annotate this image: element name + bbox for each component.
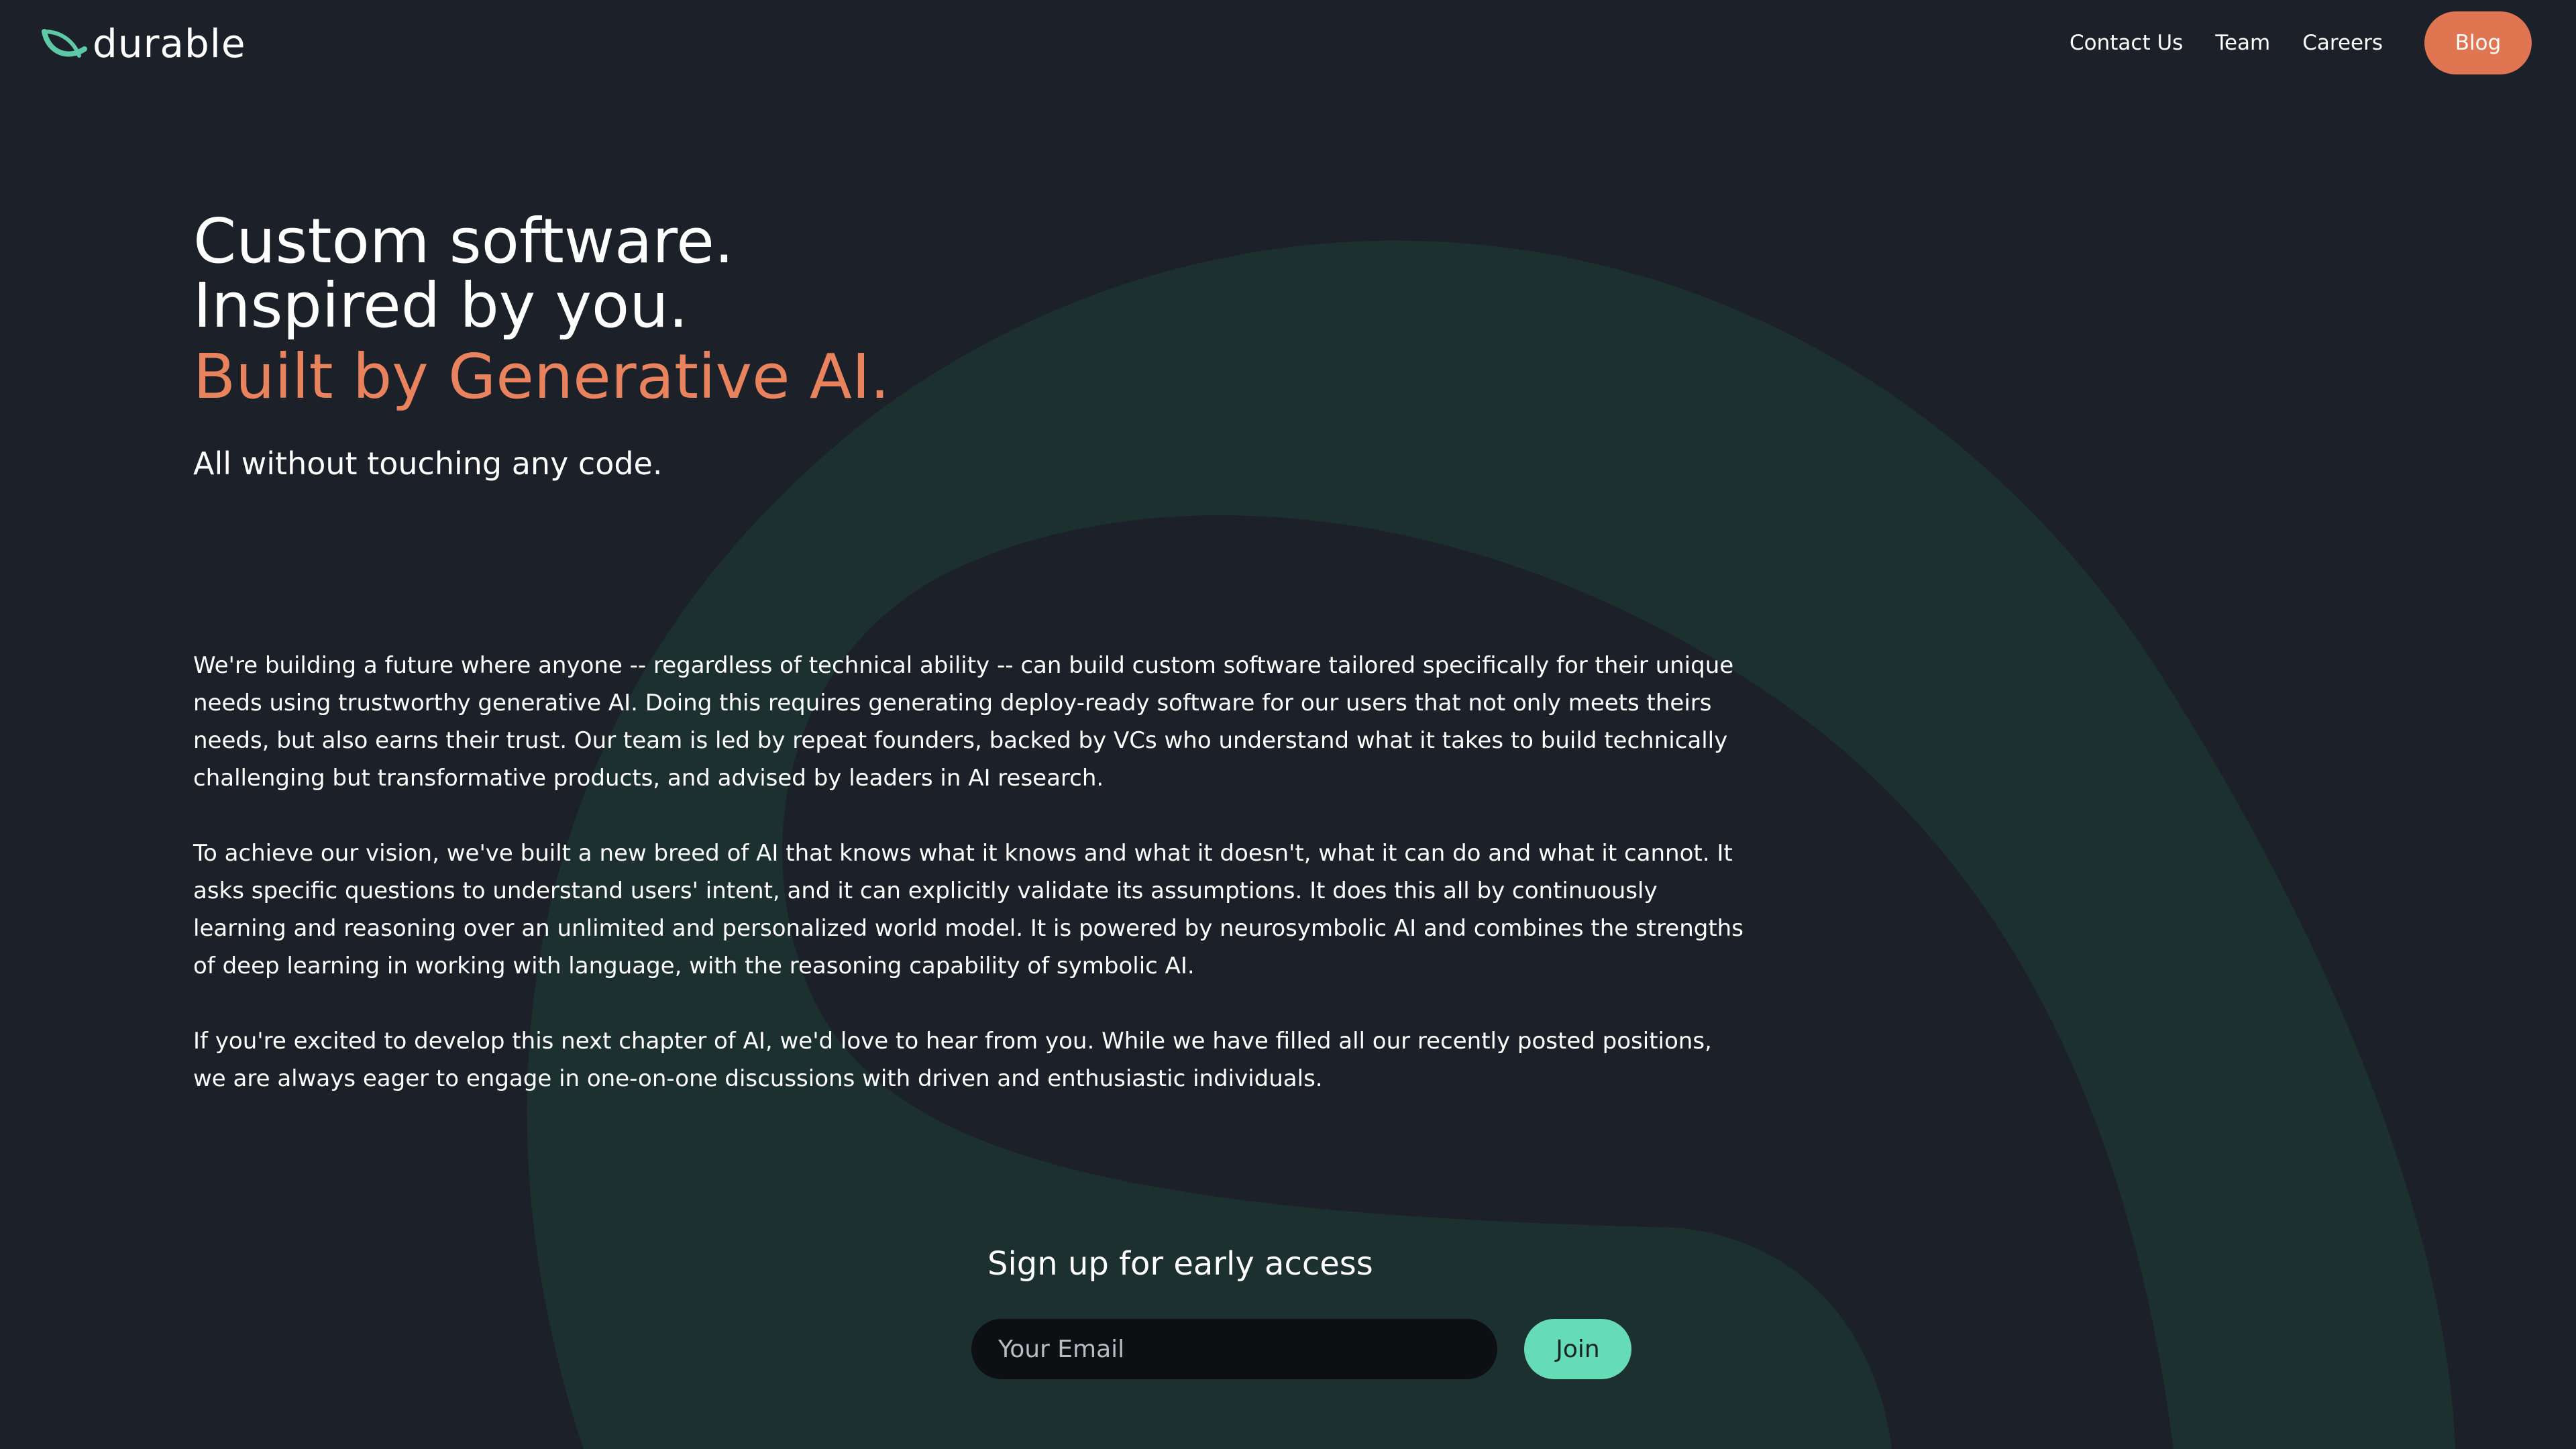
- top-navigation: Contact Us Team Careers Blog: [2037, 11, 2532, 75]
- nav-contact-us-link[interactable]: Contact Us: [2070, 31, 2183, 55]
- site-header: durable Contact Us Team Careers Blog: [0, 0, 2576, 87]
- email-input[interactable]: [971, 1319, 1497, 1379]
- hero-section: Custom software. Inspired by you. Built …: [193, 209, 890, 482]
- mission-paragraph-2: To achieve our vision, we've built a new…: [193, 840, 1743, 979]
- durable-logo-icon: [42, 29, 87, 58]
- logo-wordmark: durable: [93, 21, 246, 66]
- nav-blog-button[interactable]: Blog: [2424, 11, 2532, 74]
- join-button[interactable]: Join: [1524, 1319, 1631, 1379]
- nav-team-link[interactable]: Team: [2215, 31, 2270, 55]
- brand-logo[interactable]: durable: [42, 19, 246, 68]
- mission-paragraph-1: We're building a future where anyone -- …: [193, 652, 1734, 792]
- mission-paragraph-3: If you're excited to develop this next c…: [193, 1028, 1712, 1092]
- hero-headline-line-2: Inspired by you.: [193, 270, 688, 341]
- hero-subtitle: All without touching any code.: [193, 445, 663, 482]
- hero-headline-line-1: Custom software.: [193, 205, 735, 277]
- mission-text-section: We're building a future where anyone -- …: [193, 647, 1750, 1135]
- hero-headline-accent: Built by Generative AI.: [193, 341, 890, 413]
- signup-title: Sign up for early access: [987, 1245, 1373, 1283]
- nav-careers-link[interactable]: Careers: [2302, 31, 2383, 55]
